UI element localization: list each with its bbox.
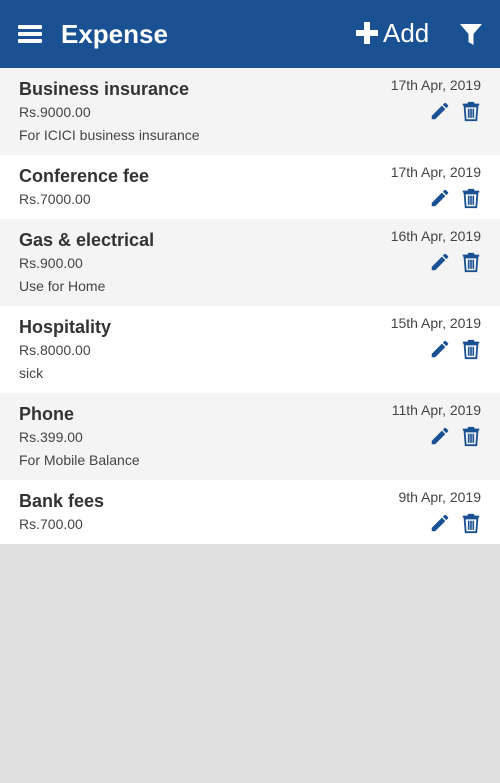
expense-date: 11th Apr, 2019 <box>391 402 481 418</box>
trash-icon[interactable] <box>460 338 482 360</box>
expense-amount: Rs.7000.00 <box>19 191 91 207</box>
pencil-icon[interactable] <box>429 251 451 273</box>
trash-icon[interactable] <box>460 425 482 447</box>
expense-amount: Rs.900.00 <box>19 255 83 271</box>
list-item[interactable]: Bank fees Rs.700.00 9th Apr, 2019 <box>0 480 500 544</box>
row-actions <box>429 187 482 209</box>
list-item[interactable]: Business insurance Rs.9000.00 For ICICI … <box>0 68 500 155</box>
trash-icon[interactable] <box>460 100 482 122</box>
trash-icon[interactable] <box>460 251 482 273</box>
expense-amount: Rs.399.00 <box>19 429 83 445</box>
pencil-icon[interactable] <box>429 100 451 122</box>
expense-date: 17th Apr, 2019 <box>390 77 481 93</box>
row-actions <box>429 425 482 447</box>
filter-icon[interactable] <box>460 24 482 46</box>
list-item[interactable]: Gas & electrical Rs.900.00 Use for Home … <box>0 219 500 306</box>
menu-icon[interactable] <box>18 24 44 44</box>
row-actions <box>429 251 482 273</box>
expense-date: 17th Apr, 2019 <box>390 164 481 180</box>
expense-list: Business insurance Rs.9000.00 For ICICI … <box>0 68 500 544</box>
expense-note: For Mobile Balance <box>19 452 140 468</box>
expense-amount: Rs.700.00 <box>19 516 83 532</box>
pencil-icon[interactable] <box>429 512 451 534</box>
expense-date: 15th Apr, 2019 <box>390 315 481 331</box>
trash-icon[interactable] <box>460 187 482 209</box>
add-button-label: Add <box>383 18 430 48</box>
trash-icon[interactable] <box>460 512 482 534</box>
plus-icon <box>356 22 378 44</box>
row-actions <box>429 100 482 122</box>
expense-note: Use for Home <box>19 278 106 294</box>
list-item[interactable]: Phone Rs.399.00 For Mobile Balance 11th … <box>0 393 500 480</box>
pencil-icon[interactable] <box>429 187 451 209</box>
pencil-icon[interactable] <box>429 425 451 447</box>
list-item[interactable]: Hospitality Rs.8000.00 sick 15th Apr, 20… <box>0 306 500 393</box>
expense-note: For ICICI business insurance <box>19 127 200 143</box>
expense-date: 9th Apr, 2019 <box>398 489 481 505</box>
expense-note: sick <box>19 365 44 381</box>
row-actions <box>429 338 482 360</box>
expense-amount: Rs.8000.00 <box>19 342 91 358</box>
expense-amount: Rs.9000.00 <box>19 104 91 120</box>
row-actions <box>429 512 482 534</box>
add-button[interactable]: Add <box>356 18 429 48</box>
pencil-icon[interactable] <box>429 338 451 360</box>
page-title: Expense <box>61 18 168 49</box>
list-item[interactable]: Conference fee Rs.7000.00 17th Apr, 2019 <box>0 155 500 219</box>
expense-date: 16th Apr, 2019 <box>390 228 481 244</box>
app-bar: Expense Add <box>0 0 500 68</box>
